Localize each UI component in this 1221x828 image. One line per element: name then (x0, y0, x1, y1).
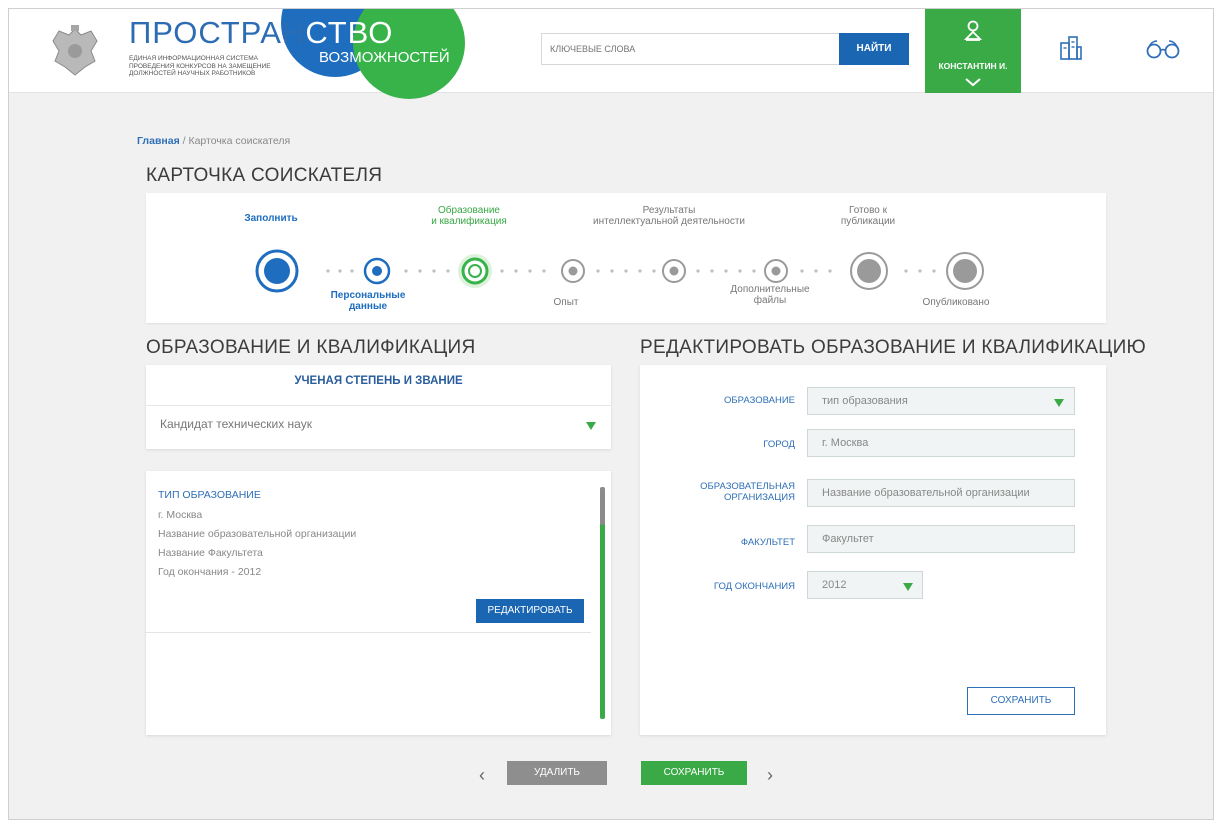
breadcrumb: Главная / Карточка соискателя (137, 135, 291, 147)
edit-education-section-title: РЕДАКТИРОВАТЬ ОБРАЗОВАНИЕ И КВАЛИФИКАЦИЮ (640, 337, 1147, 358)
dropdown-arrow-icon[interactable] (586, 422, 596, 430)
city-field[interactable]: г. Москва (807, 429, 1075, 457)
degree-title: УЧЕНАЯ СТЕПЕНЬ И ЗВАНИЕ (294, 375, 463, 387)
organization-field[interactable]: Название образовательной организации (807, 479, 1075, 507)
user-menu[interactable]: КОНСТАНТИН И. (925, 9, 1021, 93)
user-name: КОНСТАНТИН И. (938, 61, 1008, 71)
user-icon (963, 20, 983, 41)
dropdown-arrow-icon[interactable] (1054, 399, 1064, 407)
step-education-circle (458, 254, 492, 288)
search-bar: НАЙТИ (541, 33, 909, 65)
prev-arrow-icon[interactable]: ‹ (479, 765, 485, 786)
divider (146, 405, 611, 406)
step-ready-circle (850, 252, 888, 290)
education-section-title: ОБРАЗОВАНИЕ И КВАЛИФИКАЦИЯ (146, 337, 476, 358)
year-label: ГОД ОКОНЧАНИЯ (713, 581, 795, 592)
degree-card: УЧЕНАЯ СТЕПЕНЬ И ЗВАНИЕ Кандидат техниче… (146, 365, 611, 449)
education-type: ТИП ОБРАЗОВАНИЕ (158, 489, 261, 501)
step-personal-circle (363, 257, 391, 285)
breadcrumb-home[interactable]: Главная (137, 135, 180, 147)
chevron-down-icon (965, 78, 981, 87)
header: ПРОСТРАНСТВО ВОЗМОЖНОСТЕЙ ЕДИНАЯ ИНФОРМА… (9, 9, 1213, 99)
logo-subword: ВОЗМОЖНОСТЕЙ (319, 49, 450, 66)
next-arrow-icon[interactable]: › (767, 765, 773, 786)
education-label: ОБРАЗОВАНИЕ (724, 395, 795, 406)
step-results-circle (662, 259, 686, 283)
degree-select[interactable]: Кандидат технических наук (160, 417, 312, 431)
progress-stepper: Заполнить Персональные данные Образовани… (146, 193, 1106, 323)
scrollbar-thumb[interactable] (600, 487, 605, 525)
logo-title: ПРОСТРАНСТВО (129, 15, 394, 50)
delete-button[interactable]: УДАЛИТЬ (507, 761, 607, 785)
search-input[interactable] (542, 34, 842, 64)
step-experience-circle (561, 259, 585, 283)
coat-of-arms-icon (52, 25, 98, 76)
step-fill-circle (255, 249, 299, 293)
education-faculty: Название Факультета (158, 547, 263, 559)
education-type-select[interactable]: тип образования (807, 387, 1075, 415)
organization-icon[interactable] (1059, 35, 1083, 61)
education-organization: Название образовательной организации (158, 528, 357, 540)
step-files-circle (764, 259, 788, 283)
education-list-card: ТИП ОБРАЗОВАНИЕ г. Москва Название образ… (146, 471, 611, 735)
logo-subtitle: ЕДИНАЯ ИНФОРМАЦИОННАЯ СИСТЕМА ПРОВЕДЕНИЯ… (129, 55, 271, 77)
page-title: КАРТОЧКА СОИСКАТЕЛЯ (146, 165, 383, 186)
stepper-track (255, 249, 984, 293)
faculty-label: ФАКУЛЬТЕТ (740, 537, 795, 548)
dropdown-arrow-icon[interactable] (903, 583, 913, 591)
save-button[interactable]: СОХРАНИТЬ (641, 761, 747, 785)
education-city: г. Москва (158, 509, 203, 521)
app-frame: ПРОСТРАНСТВО ВОЗМОЖНОСТЕЙ ЕДИНАЯ ИНФОРМА… (8, 8, 1214, 820)
divider (146, 632, 591, 633)
education-year: Год окончания - 2012 (158, 566, 262, 578)
step-published-circle (946, 252, 984, 290)
city-label: ГОРОД (763, 439, 795, 450)
search-button[interactable]: НАЙТИ (839, 33, 909, 65)
accessibility-glasses-icon[interactable] (1145, 39, 1181, 59)
edit-button[interactable]: РЕДАКТИРОВАТЬ (476, 599, 584, 623)
organization-label: ОБРАЗОВАТЕЛЬНАЯ ОРГАНИЗАЦИЯ (700, 481, 795, 503)
faculty-field[interactable]: Факультет (807, 525, 1075, 553)
form-save-button[interactable]: СОХРАНИТЬ (967, 687, 1075, 715)
breadcrumb-current: Карточка соискателя (188, 135, 291, 147)
